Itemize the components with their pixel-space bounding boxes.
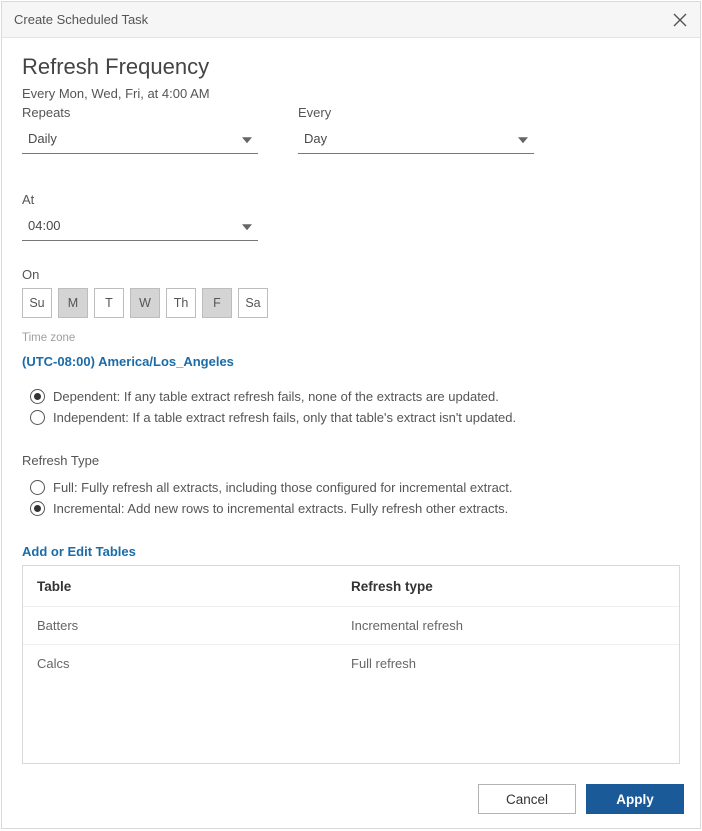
refresh-type-full-label: Full: Fully refresh all extracts, includ… bbox=[53, 480, 513, 495]
cell-refresh-type: Incremental refresh bbox=[351, 618, 665, 633]
day-w[interactable]: W bbox=[130, 288, 160, 318]
table-row[interactable]: Batters Incremental refresh bbox=[23, 606, 679, 644]
at-select[interactable]: 04:00 bbox=[22, 211, 258, 241]
close-icon bbox=[673, 13, 687, 27]
repeats-every-row: Repeats Daily Every Day bbox=[22, 105, 680, 172]
dependency-independent-label: Independent: If a table extract refresh … bbox=[53, 410, 516, 425]
every-field: Every Day bbox=[298, 105, 534, 154]
dependency-dependent-label: Dependent: If any table extract refresh … bbox=[53, 389, 499, 404]
at-label: At bbox=[22, 192, 258, 207]
dependency-dependent-option[interactable]: Dependent: If any table extract refresh … bbox=[30, 389, 680, 404]
dependency-independent-option[interactable]: Independent: If a table extract refresh … bbox=[30, 410, 680, 425]
close-button[interactable] bbox=[672, 12, 688, 28]
refresh-type-radio-group: Full: Fully refresh all extracts, includ… bbox=[30, 474, 680, 522]
repeats-select[interactable]: Daily bbox=[22, 124, 258, 154]
refresh-type-incremental-option[interactable]: Incremental: Add new rows to incremental… bbox=[30, 501, 680, 516]
repeats-field: Repeats Daily bbox=[22, 105, 258, 154]
schedule-summary: Every Mon, Wed, Fri, at 4:00 AM bbox=[22, 86, 680, 101]
day-th[interactable]: Th bbox=[166, 288, 196, 318]
day-f[interactable]: F bbox=[202, 288, 232, 318]
on-label: On bbox=[22, 267, 680, 282]
timezone-label: Time zone bbox=[22, 332, 680, 344]
day-m[interactable]: M bbox=[58, 288, 88, 318]
refresh-type-full-option[interactable]: Full: Fully refresh all extracts, includ… bbox=[30, 480, 680, 495]
table-row[interactable]: Calcs Full refresh bbox=[23, 644, 679, 682]
repeats-label: Repeats bbox=[22, 105, 258, 120]
cell-table-name: Batters bbox=[37, 618, 351, 633]
every-label: Every bbox=[298, 105, 534, 120]
radio-icon bbox=[30, 501, 45, 516]
tables-header-row: Table Refresh type bbox=[23, 566, 679, 606]
cell-table-name: Calcs bbox=[37, 656, 351, 671]
repeats-value: Daily bbox=[28, 131, 57, 146]
tables-grid: Table Refresh type Batters Incremental r… bbox=[22, 565, 680, 764]
timezone-link[interactable]: (UTC-08:00) America/Los_Angeles bbox=[22, 354, 680, 369]
dependency-radio-group: Dependent: If any table extract refresh … bbox=[30, 383, 680, 431]
at-field: At 04:00 bbox=[22, 192, 258, 241]
titlebar: Create Scheduled Task bbox=[2, 2, 700, 38]
day-t[interactable]: T bbox=[94, 288, 124, 318]
radio-icon bbox=[30, 389, 45, 404]
cancel-button[interactable]: Cancel bbox=[478, 784, 576, 814]
radio-icon bbox=[30, 410, 45, 425]
add-or-edit-tables-link[interactable]: Add or Edit Tables bbox=[22, 544, 680, 559]
refresh-type-heading: Refresh Type bbox=[22, 453, 680, 468]
every-value: Day bbox=[304, 131, 327, 146]
dialog-title: Create Scheduled Task bbox=[14, 12, 148, 27]
day-sa[interactable]: Sa bbox=[238, 288, 268, 318]
col-header-refresh-type: Refresh type bbox=[351, 579, 665, 594]
refresh-type-incremental-label: Incremental: Add new rows to incremental… bbox=[53, 501, 508, 516]
col-header-table: Table bbox=[37, 579, 351, 594]
day-su[interactable]: Su bbox=[22, 288, 52, 318]
day-picker: Su M T W Th F Sa bbox=[22, 288, 680, 318]
at-value: 04:00 bbox=[28, 218, 61, 233]
apply-button[interactable]: Apply bbox=[586, 784, 684, 814]
heading-refresh-frequency: Refresh Frequency bbox=[22, 54, 680, 80]
dialog-footer: Cancel Apply bbox=[2, 770, 700, 828]
cell-refresh-type: Full refresh bbox=[351, 656, 665, 671]
every-select[interactable]: Day bbox=[298, 124, 534, 154]
dialog-content: Refresh Frequency Every Mon, Wed, Fri, a… bbox=[2, 38, 700, 770]
create-scheduled-task-dialog: Create Scheduled Task Refresh Frequency … bbox=[1, 1, 701, 829]
radio-icon bbox=[30, 480, 45, 495]
